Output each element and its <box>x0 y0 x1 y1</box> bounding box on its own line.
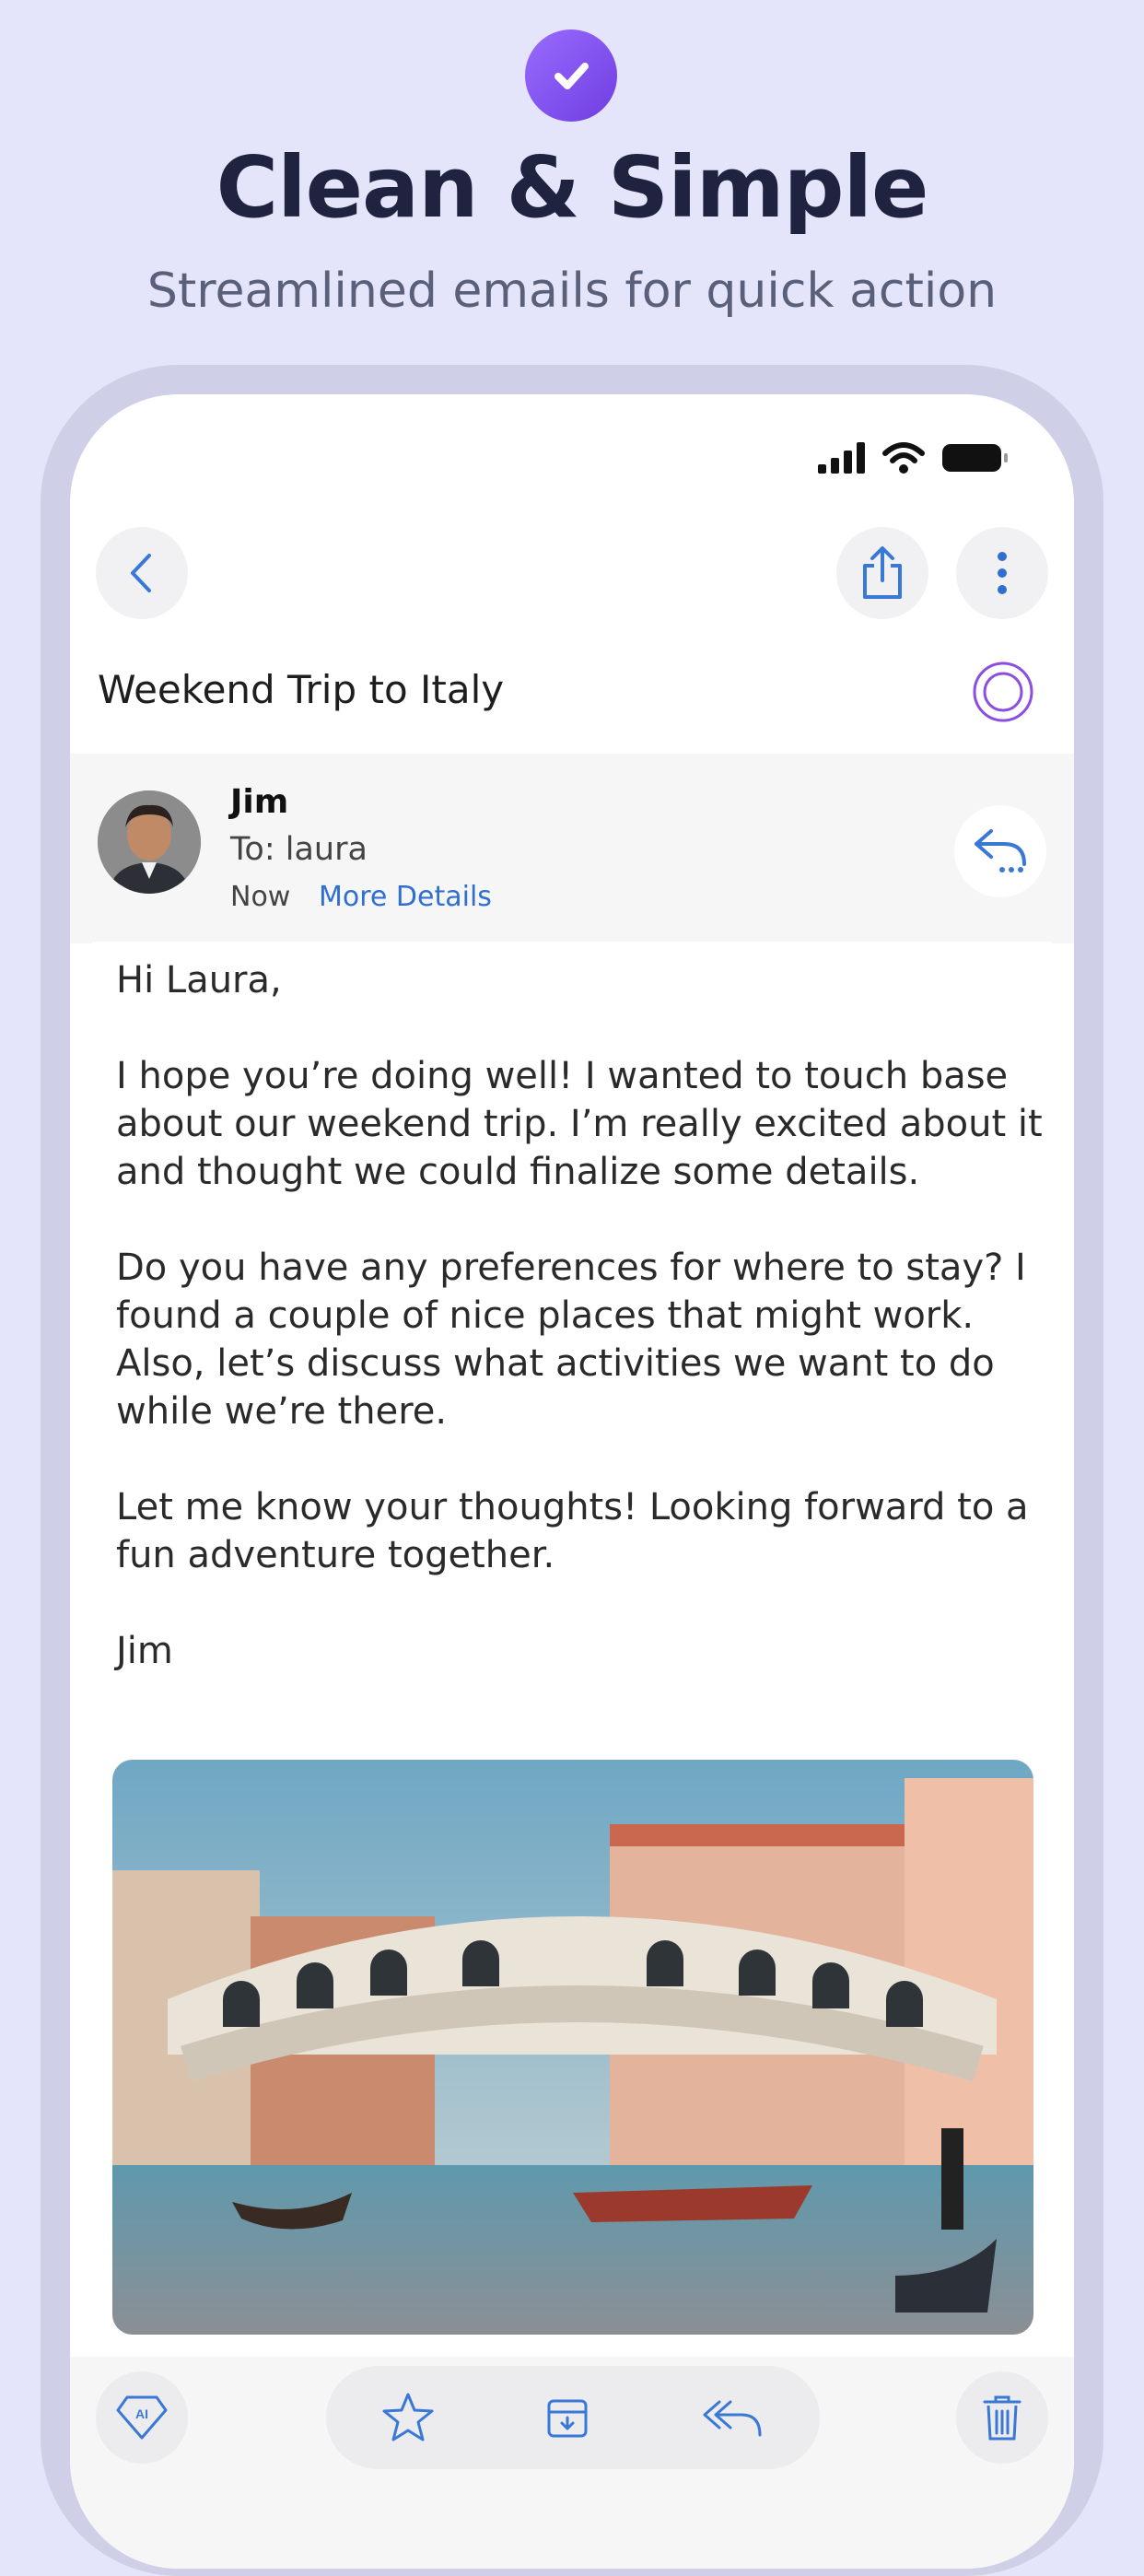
chevron-left-icon <box>131 554 151 592</box>
sender-header <box>70 754 1074 943</box>
trash-icon <box>983 2395 1021 2441</box>
battery-icon <box>942 444 1008 472</box>
phone-screen: Weekend Trip to Italy Jim To: laura Now … <box>70 394 1074 2569</box>
wifi-icon <box>882 442 925 474</box>
quick-actions-group <box>326 2366 820 2469</box>
email-body: Hi Laura, I hope you’re doing well! I wa… <box>116 956 1046 1723</box>
body-paragraph: Let me know your thoughts! Looking forwa… <box>116 1486 1029 1576</box>
star-icon[interactable] <box>380 2391 436 2444</box>
venice-photo[interactable] <box>112 1760 1033 2335</box>
body-signature: Jim <box>116 1630 173 1672</box>
share-icon <box>863 546 902 599</box>
archive-icon[interactable] <box>543 2394 591 2441</box>
reply-all-icon[interactable] <box>699 2396 765 2439</box>
back-button[interactable] <box>96 527 188 619</box>
sent-time: Now <box>230 881 291 913</box>
promo-subtitle: Streamlined emails for quick action <box>146 263 998 319</box>
promo-title: Clean & Simple <box>216 138 929 237</box>
body-paragraph: I hope you’re doing well! I wanted to to… <box>116 1055 1043 1193</box>
ai-gem-icon: AI <box>116 2395 168 2440</box>
body-paragraph: Do you have any preferences for where to… <box>116 1247 1026 1433</box>
cellular-signal-icon <box>818 442 865 474</box>
ai-button[interactable]: AI <box>96 2371 188 2464</box>
body-paragraph: Hi Laura, <box>116 959 282 1001</box>
more-vertical-icon <box>998 552 1007 594</box>
svg-text:AI: AI <box>135 2406 148 2421</box>
delete-button[interactable] <box>956 2371 1048 2464</box>
more-options-button[interactable] <box>956 527 1048 619</box>
recipient-line: To: laura <box>230 831 368 868</box>
checkmark-badge-icon <box>525 29 617 122</box>
avatar[interactable] <box>98 790 201 894</box>
sender-name: Jim <box>230 783 289 821</box>
reply-button[interactable] <box>954 805 1046 897</box>
more-details-link[interactable]: More Details <box>319 881 492 913</box>
share-button[interactable] <box>836 527 928 619</box>
status-bar <box>818 442 1010 474</box>
summary-ring-icon[interactable] <box>971 660 1035 724</box>
email-subject: Weekend Trip to Italy <box>98 667 505 712</box>
reply-icon <box>975 829 1026 872</box>
